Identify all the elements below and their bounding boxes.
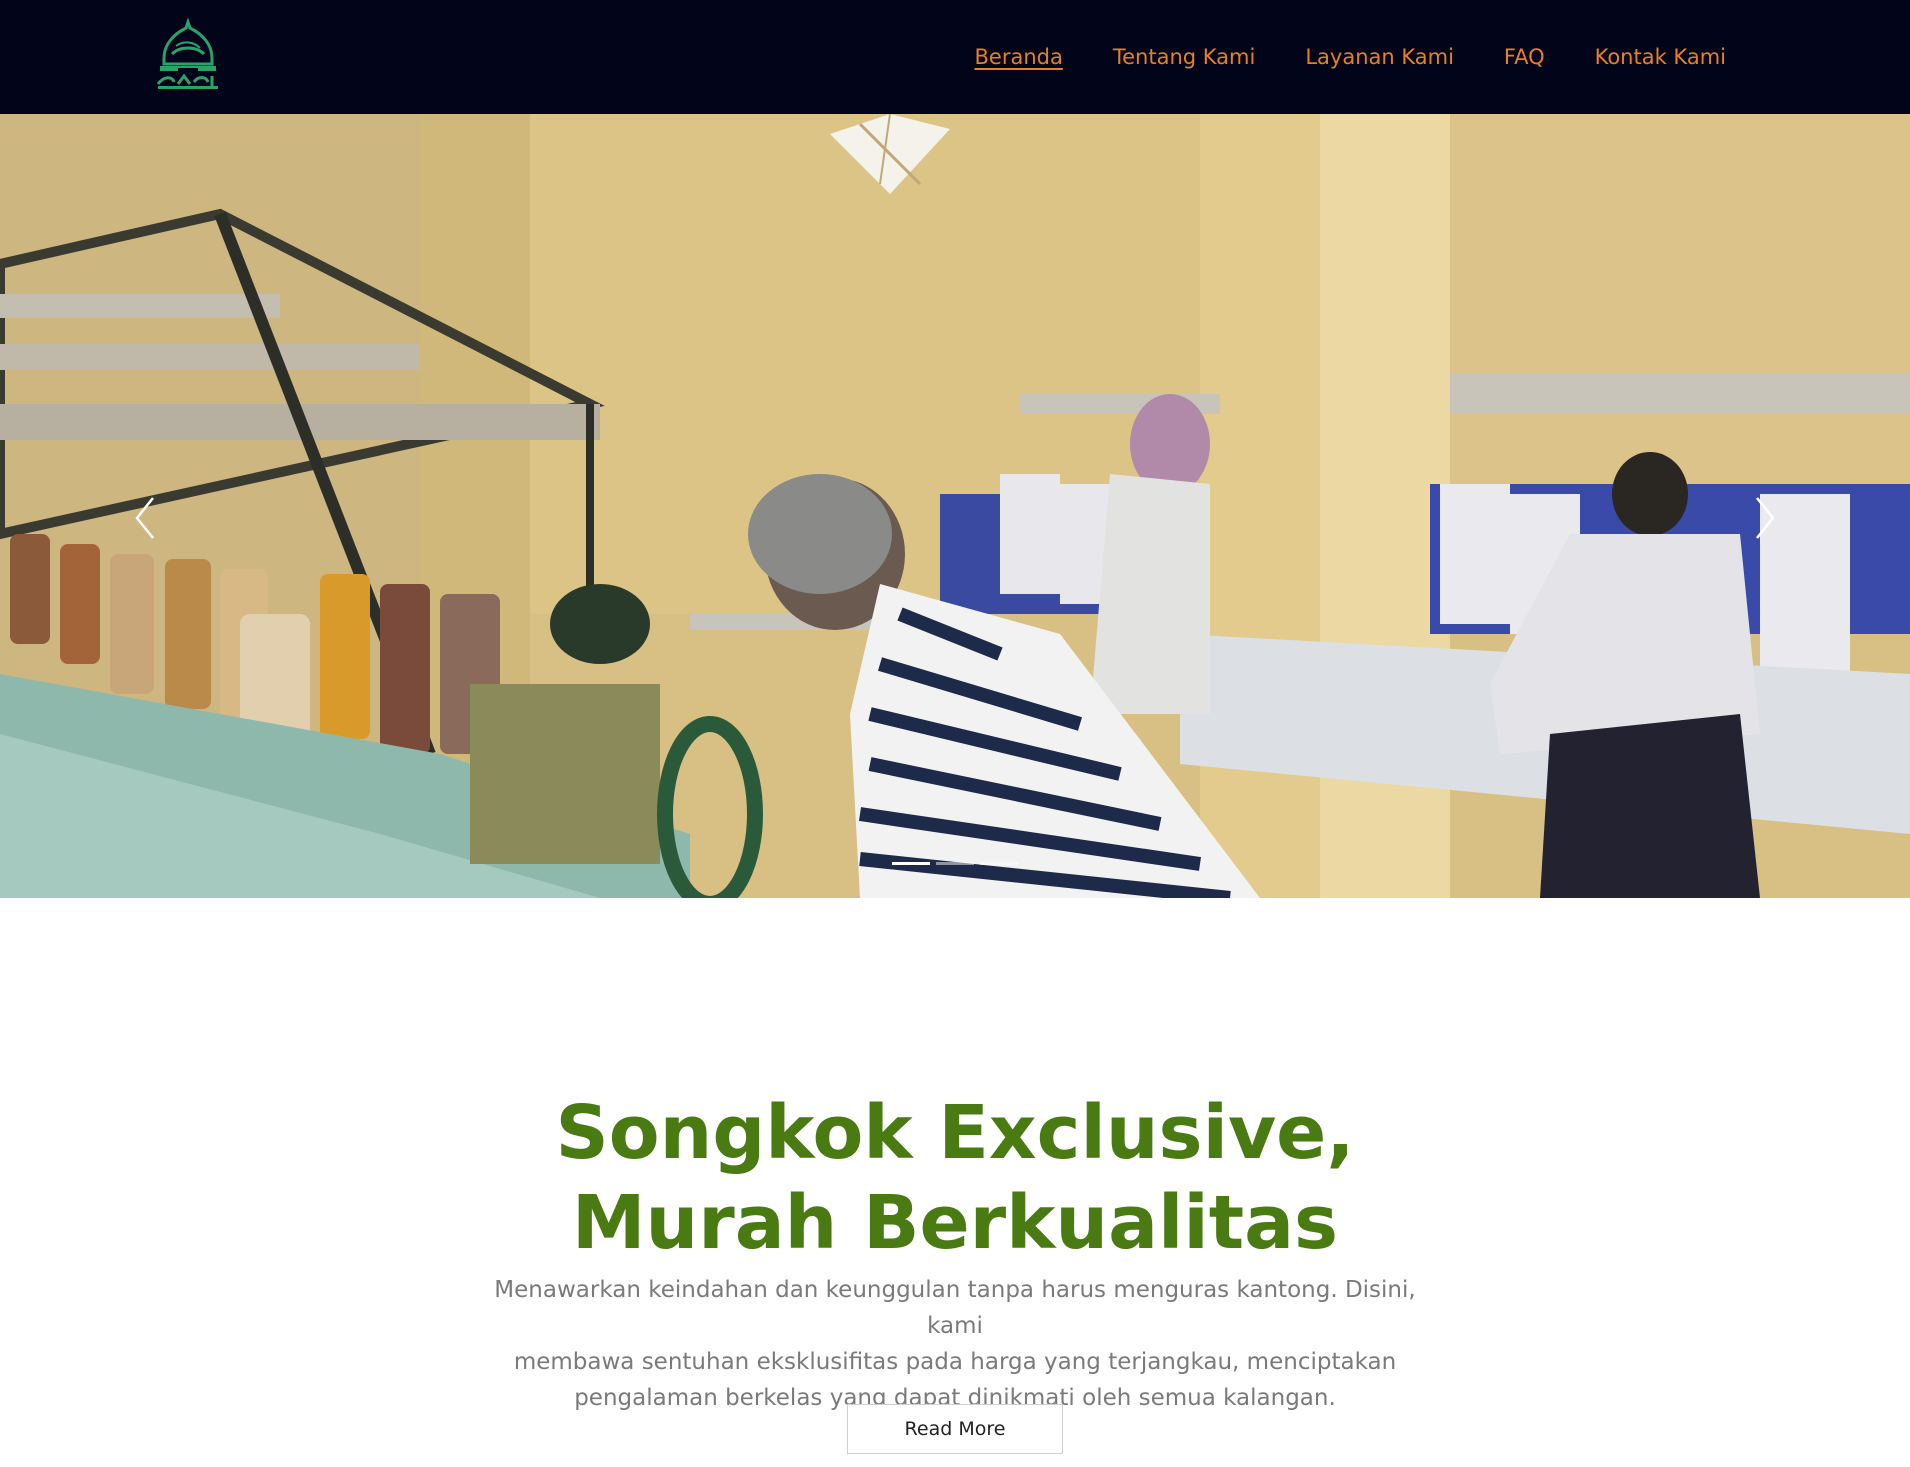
headline-line-1: Songkok Exclusive, <box>555 1090 1355 1176</box>
carousel-next-button[interactable] <box>1735 478 1795 558</box>
chevron-left-icon <box>135 497 154 539</box>
lead-line-2: membawa sentuhan eksklusifitas pada harg… <box>513 1349 1397 1375</box>
nav-link-tentang-kami[interactable]: Tentang Kami <box>1113 45 1255 69</box>
top-navbar: Beranda Tentang Kami Layanan Kami FAQ Ko… <box>0 0 1910 114</box>
chevron-right-icon <box>1756 497 1775 539</box>
nav-link-faq[interactable]: FAQ <box>1504 45 1545 69</box>
carousel-indicator-3[interactable] <box>980 862 1018 865</box>
nav-link-beranda[interactable]: Beranda <box>975 45 1063 69</box>
lead-line-1: Menawarkan keindahan dan keunggulan tanp… <box>494 1277 1416 1339</box>
page-title: Songkok Exclusive, Murah Berkualitas <box>0 1088 1910 1268</box>
carousel-indicator-2[interactable] <box>936 862 974 865</box>
intro-description: Menawarkan keindahan dan keunggulan tanp… <box>490 1272 1420 1416</box>
read-more-button[interactable]: Read More <box>847 1404 1063 1454</box>
headline-line-2: Murah Berkualitas <box>571 1180 1339 1266</box>
embroidery-factory-workers-photo <box>0 114 1910 898</box>
main-nav: Beranda Tentang Kami Layanan Kami FAQ Ko… <box>975 0 1726 114</box>
mosque-dome-logo-icon[interactable] <box>150 18 226 94</box>
nav-link-layanan-kami[interactable]: Layanan Kami <box>1305 45 1454 69</box>
carousel-prev-button[interactable] <box>115 478 175 558</box>
hero-carousel <box>0 114 1910 898</box>
nav-link-kontak-kami[interactable]: Kontak Kami <box>1595 45 1726 69</box>
carousel-indicators <box>0 862 1910 865</box>
carousel-indicator-1[interactable] <box>892 862 930 865</box>
